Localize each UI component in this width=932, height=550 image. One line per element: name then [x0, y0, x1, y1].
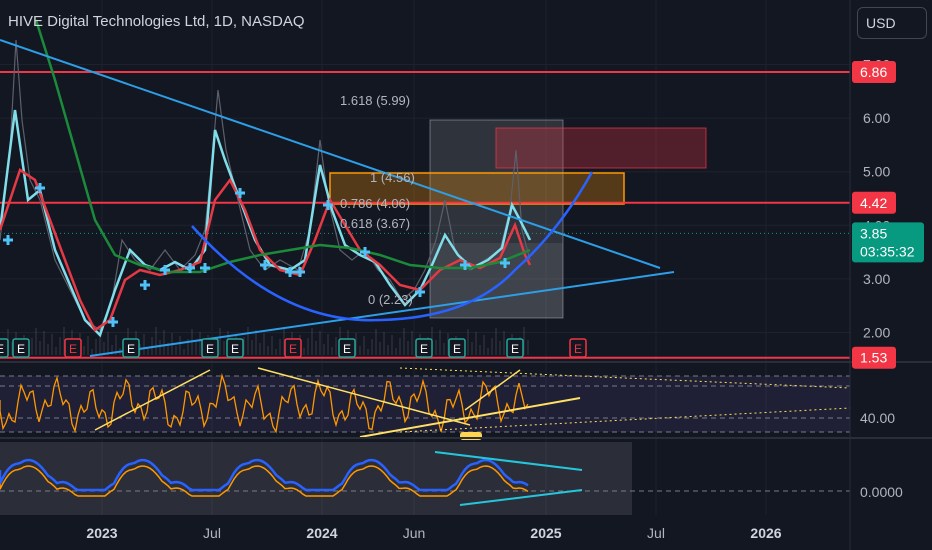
- price-badge-label: 1.53: [860, 350, 887, 366]
- x-axis-label: 2025: [530, 525, 561, 541]
- price-axis-label: 3.00: [863, 271, 890, 287]
- earnings-marker-label: E: [420, 342, 428, 356]
- earnings-marker-label: E: [289, 342, 297, 356]
- x-axis-label: Jul: [647, 525, 665, 541]
- price-badge-label: 4.42: [860, 195, 887, 211]
- x-axis-label: 2026: [750, 525, 781, 541]
- price-axis-label: 2.00: [863, 324, 890, 340]
- x-axis-label: 2023: [86, 525, 117, 541]
- earnings-marker-label: E: [0, 342, 4, 356]
- earnings-marker-label: E: [343, 342, 351, 356]
- earnings-marker-label: E: [574, 342, 582, 356]
- price-axis-label: 5.00: [863, 164, 890, 180]
- earnings-marker-label: E: [231, 342, 239, 356]
- price-badge-label: 6.86: [860, 64, 887, 80]
- oscillator-axis-label: 40.00: [860, 410, 895, 426]
- price-axis-label: 6.00: [863, 110, 890, 126]
- x-axis-label: 2024: [306, 525, 337, 541]
- earnings-marker-label: E: [17, 342, 25, 356]
- fib-label: 0.618 (3.67): [340, 216, 410, 231]
- oscillator-band: [0, 376, 850, 432]
- fib-label: 1.618 (5.99): [340, 93, 410, 108]
- earnings-marker-label: E: [206, 342, 214, 356]
- earnings-marker-label: E: [69, 342, 77, 356]
- earnings-marker-label: E: [511, 342, 519, 356]
- earnings-marker-label: E: [453, 342, 461, 356]
- chart-title: HIVE Digital Technologies Ltd, 1D, NASDA…: [8, 13, 305, 30]
- fib-label: 0.786 (4.06): [340, 196, 410, 211]
- target-box: [495, 127, 707, 169]
- countdown-label: 03:35:32: [860, 243, 915, 259]
- x-axis-label: Jun: [403, 525, 426, 541]
- currency-button[interactable]: USD: [857, 7, 927, 39]
- x-axis-label: Jul: [203, 525, 221, 541]
- fib-label: 0 (2.23): [368, 292, 413, 307]
- fib-label: 1 (4.56): [370, 170, 415, 185]
- current-price-label: 3.85: [860, 225, 887, 241]
- earnings-marker-label: E: [127, 342, 135, 356]
- price-chart[interactable]: 1.618 (5.99) 1 (4.56) 0.786 (4.06) 0.618 (3…: [0, 0, 932, 550]
- macd-panel-bg: [0, 442, 632, 515]
- macd-axis-label: 0.0000: [860, 484, 903, 500]
